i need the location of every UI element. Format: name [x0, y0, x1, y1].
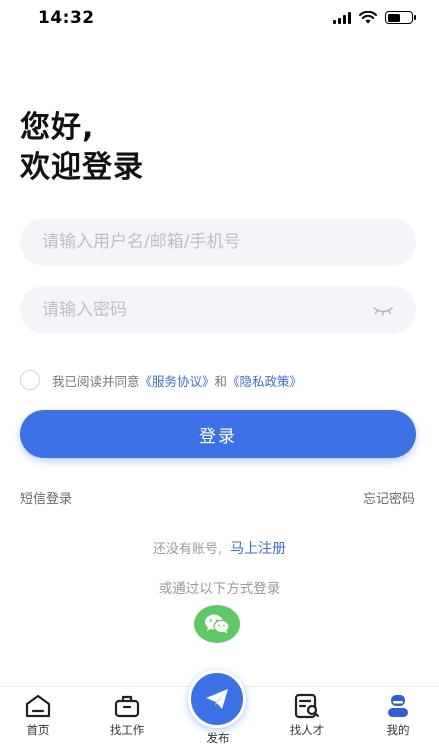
password-field-container	[20, 286, 416, 334]
username-input[interactable]	[20, 218, 416, 266]
register-link[interactable]: 马上注册	[230, 541, 286, 557]
home-icon	[25, 694, 51, 718]
tab-home-label: 首页	[26, 723, 50, 737]
publish-button[interactable]	[188, 670, 246, 728]
forgot-password-link[interactable]: 忘记密码	[363, 488, 415, 507]
wechat-icon	[205, 614, 230, 634]
agreement-and: 和	[214, 373, 228, 389]
greeting-line-1: 您好,	[20, 110, 95, 145]
eye-closed-icon[interactable]	[372, 301, 394, 319]
username-field-container	[20, 218, 416, 266]
user-icon	[388, 695, 408, 717]
tab-find-talent[interactable]: 找人才	[277, 693, 337, 738]
tab-find-jobs-label: 找工作	[109, 723, 145, 737]
wifi-icon	[359, 11, 377, 24]
other-login-label: 或通过以下方式登录	[158, 581, 281, 597]
greeting-line-2: 欢迎登录	[20, 150, 144, 185]
status-bar: 14:32	[0, 0, 439, 40]
tab-mine[interactable]: 我的	[368, 693, 428, 738]
cellular-signal-icon	[333, 11, 351, 24]
status-icons	[333, 11, 416, 24]
register-row: 还没有账号, 马上注册	[0, 538, 439, 558]
agreement-prefix: 我已阅读并同意	[52, 373, 140, 389]
sms-login-link[interactable]: 短信登录	[20, 488, 72, 507]
agreement-row: 我已阅读并同意 《服务协议》 和 《隐私政策》	[20, 370, 302, 390]
tab-mine-label: 我的	[386, 723, 410, 737]
status-time: 14:32	[38, 8, 95, 28]
tab-find-jobs[interactable]: 找工作	[97, 693, 157, 738]
resume-search-icon	[294, 693, 320, 719]
wechat-login-button[interactable]	[194, 605, 240, 643]
greeting: 您好, 欢迎登录	[20, 108, 144, 188]
agreement-checkbox[interactable]	[20, 370, 40, 390]
service-agreement-link[interactable]: 《服务协议》	[140, 371, 215, 390]
paper-plane-icon	[206, 689, 228, 709]
briefcase-icon	[114, 695, 140, 718]
password-input[interactable]	[20, 286, 416, 334]
register-prompt: 还没有账号,	[152, 542, 223, 557]
tab-home[interactable]: 首页	[8, 693, 68, 738]
login-button[interactable]: 登录	[20, 410, 416, 458]
tab-publish-label: 发布	[206, 731, 230, 745]
privacy-policy-link[interactable]: 《隐私政策》	[227, 371, 302, 390]
tab-find-talent-label: 找人才	[289, 723, 325, 737]
battery-icon	[385, 11, 416, 24]
